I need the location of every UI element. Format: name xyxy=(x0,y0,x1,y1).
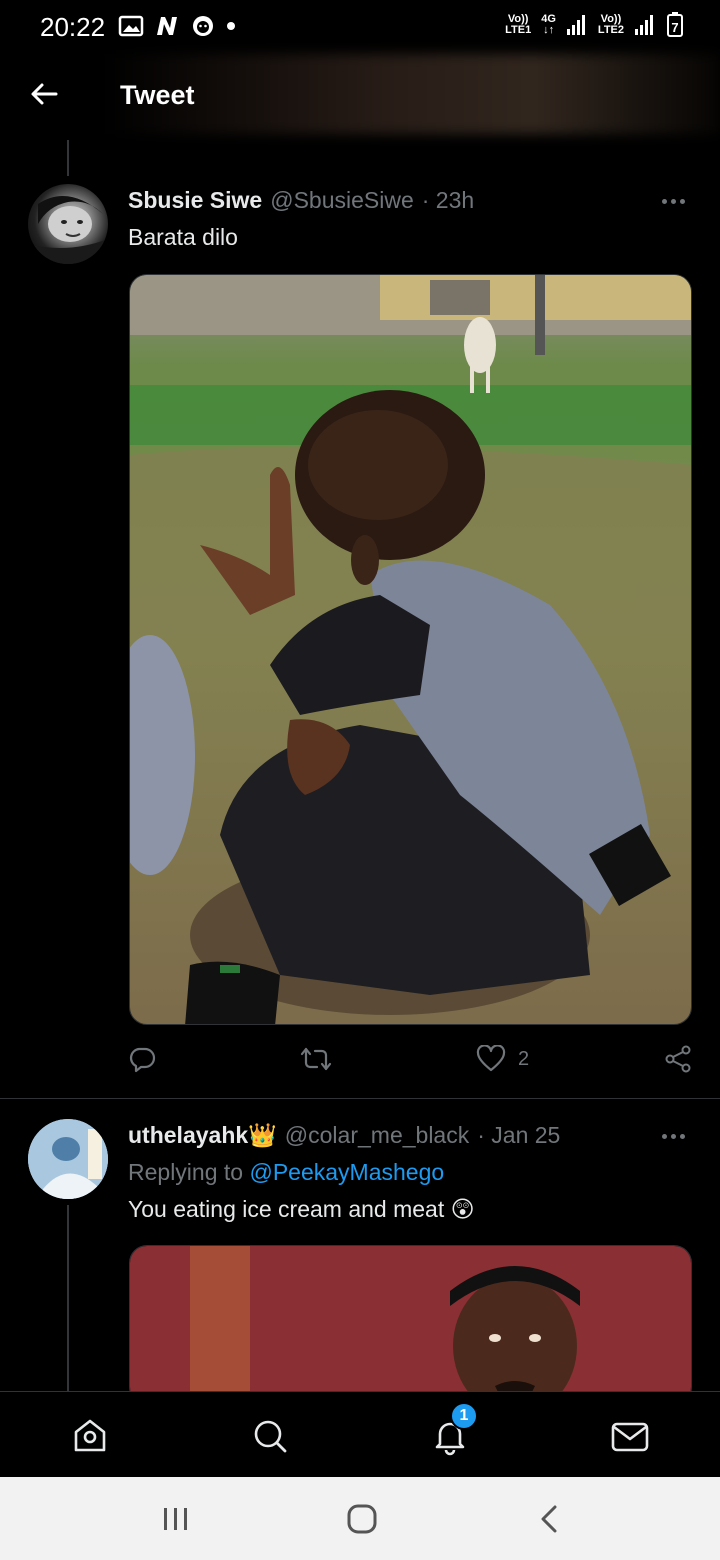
like-count: 2 xyxy=(518,1047,530,1070)
like-button[interactable]: 2 xyxy=(476,1045,529,1073)
notification-badge: 1 xyxy=(450,1402,478,1430)
back-button-icon[interactable] xyxy=(530,1499,570,1539)
messages-icon[interactable] xyxy=(610,1416,650,1456)
tweet-photo[interactable] xyxy=(129,274,692,1025)
photo-man xyxy=(130,1246,691,1404)
recent-apps-icon[interactable] xyxy=(156,1499,196,1539)
reply-icon xyxy=(129,1047,156,1073)
signal-icon-2 xyxy=(635,15,653,35)
user-handle[interactable]: @colar_me_black xyxy=(285,1122,469,1149)
avatar[interactable] xyxy=(28,184,108,264)
display-name[interactable]: uthelayahk👑 xyxy=(128,1122,277,1149)
thread-line xyxy=(67,1205,69,1391)
sim2-label: Vo)) LTE2 xyxy=(598,14,624,36)
page-title: Tweet xyxy=(120,80,195,110)
replying-to-label: Replying to xyxy=(128,1159,244,1185)
more-options-icon[interactable] xyxy=(662,196,690,206)
tweet-text-content: You eating ice cream and meat xyxy=(128,1196,445,1222)
network-type: 4G ↓↑ xyxy=(541,14,556,36)
retweet-button[interactable] xyxy=(300,1045,344,1073)
share-icon xyxy=(665,1045,691,1073)
tweet-divider xyxy=(0,1098,720,1099)
sim1-label: Vo)) LTE1 xyxy=(505,14,531,36)
replying-to: Replying to @PeekayMashego xyxy=(128,1159,444,1186)
home-icon[interactable] xyxy=(70,1416,110,1456)
avatar[interactable] xyxy=(28,1119,108,1199)
search-icon[interactable] xyxy=(250,1416,290,1456)
home-button-icon[interactable] xyxy=(342,1499,382,1539)
astonished-emoji: 😲 xyxy=(450,1196,475,1222)
tweet-header: Sbusie Siwe @SbusieSiwe · 23h xyxy=(128,187,474,214)
tweet-actions: 2 xyxy=(128,1045,693,1079)
avatar-photo xyxy=(28,1119,108,1199)
tweet-photo[interactable] xyxy=(129,1245,692,1405)
face-icon xyxy=(193,16,213,36)
heart-icon xyxy=(476,1045,506,1072)
back-arrow-icon[interactable] xyxy=(26,76,62,112)
tweet-header: uthelayahk👑 @colar_me_black · Jan 25 xyxy=(128,1122,560,1149)
data-arrows-icon: ↓↑ xyxy=(543,24,555,36)
status-bar: 20:22 Vo)) LTE1 4G ↓↑ Vo)) LTE2 7 xyxy=(0,0,720,54)
dot-icon xyxy=(227,22,235,30)
gallery-icon xyxy=(118,15,144,37)
system-navigation-bar xyxy=(0,1477,720,1560)
bottom-navigation: 1 xyxy=(0,1391,720,1477)
battery-icon: 7 xyxy=(667,12,683,37)
display-name-text: uthelayahk xyxy=(128,1122,249,1148)
status-time: 20:22 xyxy=(40,12,106,42)
battery-level: 7 xyxy=(671,20,678,35)
n-icon xyxy=(157,17,177,35)
sim2-lte: LTE2 xyxy=(597,24,624,36)
status-notification-icons xyxy=(118,14,236,38)
share-button[interactable] xyxy=(664,1045,692,1073)
tweet-time: · 23h xyxy=(421,187,475,213)
more-options-icon[interactable] xyxy=(662,1131,690,1141)
user-handle[interactable]: @SbusieSiwe xyxy=(270,187,414,214)
reply-button[interactable] xyxy=(128,1045,168,1073)
photo-boy-waving xyxy=(130,275,691,1024)
notifications-button[interactable]: 1 xyxy=(430,1402,478,1456)
sim1-lte: LTE1 xyxy=(505,24,532,36)
crown-emoji: 👑 xyxy=(248,1122,277,1148)
thread-line xyxy=(67,140,69,176)
tweet-time: · Jan 25 xyxy=(477,1122,561,1148)
replying-to-mention[interactable]: @PeekayMashego xyxy=(249,1159,444,1185)
top-app-bar: Tweet xyxy=(0,54,720,134)
avatar-photo xyxy=(28,196,108,264)
signal-icon-1 xyxy=(566,15,585,35)
status-right: Vo)) LTE1 4G ↓↑ Vo)) LTE2 7 xyxy=(505,12,684,38)
display-name[interactable]: Sbusie Siwe xyxy=(128,187,262,214)
retweet-icon xyxy=(300,1047,332,1071)
tweet-text: You eating ice cream and meat 😲 xyxy=(128,1196,475,1223)
tweet-text: Barata dilo xyxy=(128,224,238,250)
